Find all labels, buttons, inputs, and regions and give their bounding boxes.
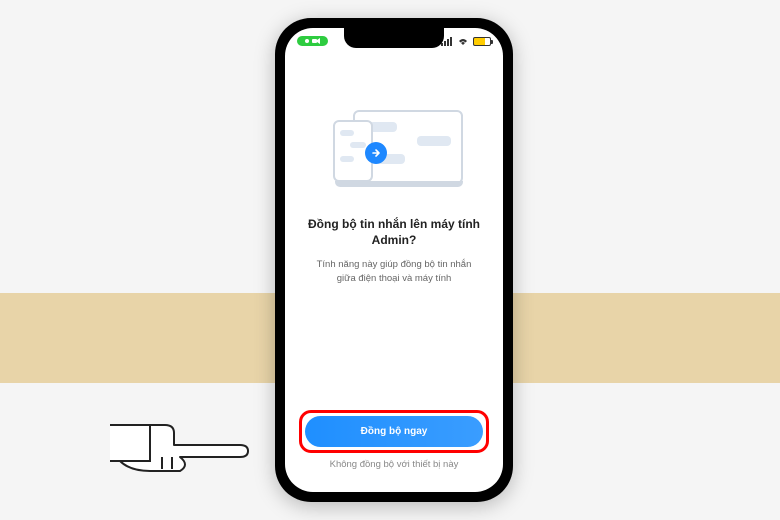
sync-illustration [319,104,469,194]
pointing-hand-icon [110,405,270,485]
phone-screen: Đồng bộ tin nhắn lên máy tính Admin? Tín… [285,28,503,492]
sync-heading: Đồng bộ tin nhắn lên máy tính Admin? [299,216,489,248]
battery-icon [473,37,491,46]
tutorial-highlight: Đồng bộ ngay [299,410,489,453]
sync-description: Tính năng này giúp đồng bộ tin nhắn giữa… [299,258,489,285]
sync-now-button[interactable]: Đồng bộ ngay [305,416,483,447]
phone-frame: Đồng bộ tin nhắn lên máy tính Admin? Tín… [275,18,513,502]
phone-notch [344,28,444,48]
skip-sync-link[interactable]: Không đồng bộ với thiết bị này [330,459,459,470]
sync-prompt-content: Đồng bộ tin nhắn lên máy tính Admin? Tín… [285,58,503,492]
arrow-right-icon [365,142,387,164]
wifi-icon [457,36,469,46]
recording-indicator [297,36,328,46]
